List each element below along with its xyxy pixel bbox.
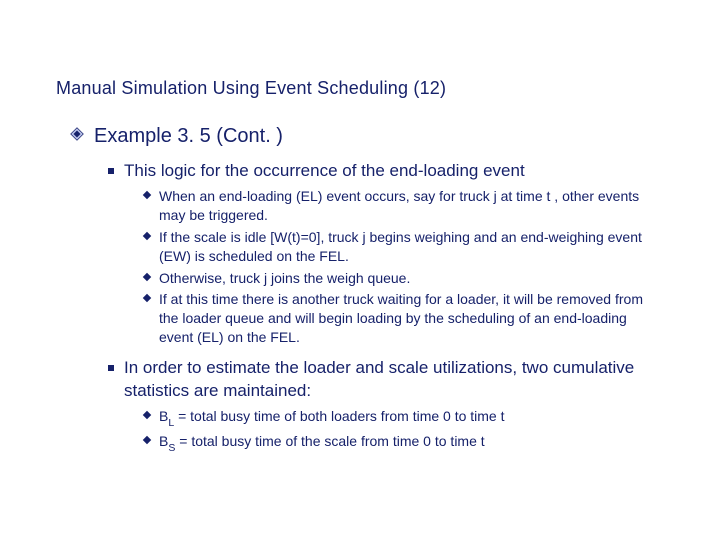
stat-bs-rest: = total busy time of the scale from time… bbox=[175, 433, 484, 449]
diamond-dot-icon bbox=[143, 191, 151, 199]
stat-bl-sub: L bbox=[168, 417, 174, 429]
diamond-dot-icon bbox=[143, 231, 151, 239]
level3-text: BS = total busy time of the scale from t… bbox=[159, 432, 485, 454]
bullet-level3: BL = total busy time of both loaders fro… bbox=[144, 407, 664, 429]
level2-text: This logic for the occurrence of the end… bbox=[124, 160, 525, 183]
level3-text: If at this time there is another truck w… bbox=[159, 290, 664, 347]
diamond-dot-icon bbox=[143, 411, 151, 419]
diamond-icon bbox=[70, 127, 84, 141]
bullet-level2: In order to estimate the loader and scal… bbox=[108, 357, 664, 403]
square-icon bbox=[108, 365, 114, 371]
level3-text: Otherwise, truck j joins the weigh queue… bbox=[159, 269, 410, 288]
stat-bs-sub: S bbox=[168, 442, 175, 454]
bullet-level3: BS = total busy time of the scale from t… bbox=[144, 432, 664, 454]
bullet-level3: When an end-loading (EL) event occurs, s… bbox=[144, 187, 664, 225]
bullet-level3: Otherwise, truck j joins the weigh queue… bbox=[144, 269, 664, 288]
level1-text: Example 3. 5 (Cont. ) bbox=[94, 123, 283, 150]
stat-bl-rest: = total busy time of both loaders from t… bbox=[174, 408, 504, 424]
level2-text: In order to estimate the loader and scal… bbox=[124, 357, 664, 403]
bullet-level3: If at this time there is another truck w… bbox=[144, 290, 664, 347]
diamond-dot-icon bbox=[143, 436, 151, 444]
square-icon bbox=[108, 168, 114, 174]
stat-bs-prefix: B bbox=[159, 433, 168, 449]
level3-text: BL = total busy time of both loaders fro… bbox=[159, 407, 505, 429]
slide: Manual Simulation Using Event Scheduling… bbox=[0, 0, 720, 540]
slide-title: Manual Simulation Using Event Scheduling… bbox=[56, 78, 664, 99]
level3-text: If the scale is idle [W(t)=0], truck j b… bbox=[159, 228, 664, 266]
level3-text: When an end-loading (EL) event occurs, s… bbox=[159, 187, 664, 225]
bullet-level1: Example 3. 5 (Cont. ) bbox=[70, 123, 664, 150]
bullet-level3: If the scale is idle [W(t)=0], truck j b… bbox=[144, 228, 664, 266]
diamond-dot-icon bbox=[143, 294, 151, 302]
diamond-dot-icon bbox=[143, 272, 151, 280]
bullet-level2: This logic for the occurrence of the end… bbox=[108, 160, 664, 183]
stat-bl-prefix: B bbox=[159, 408, 168, 424]
